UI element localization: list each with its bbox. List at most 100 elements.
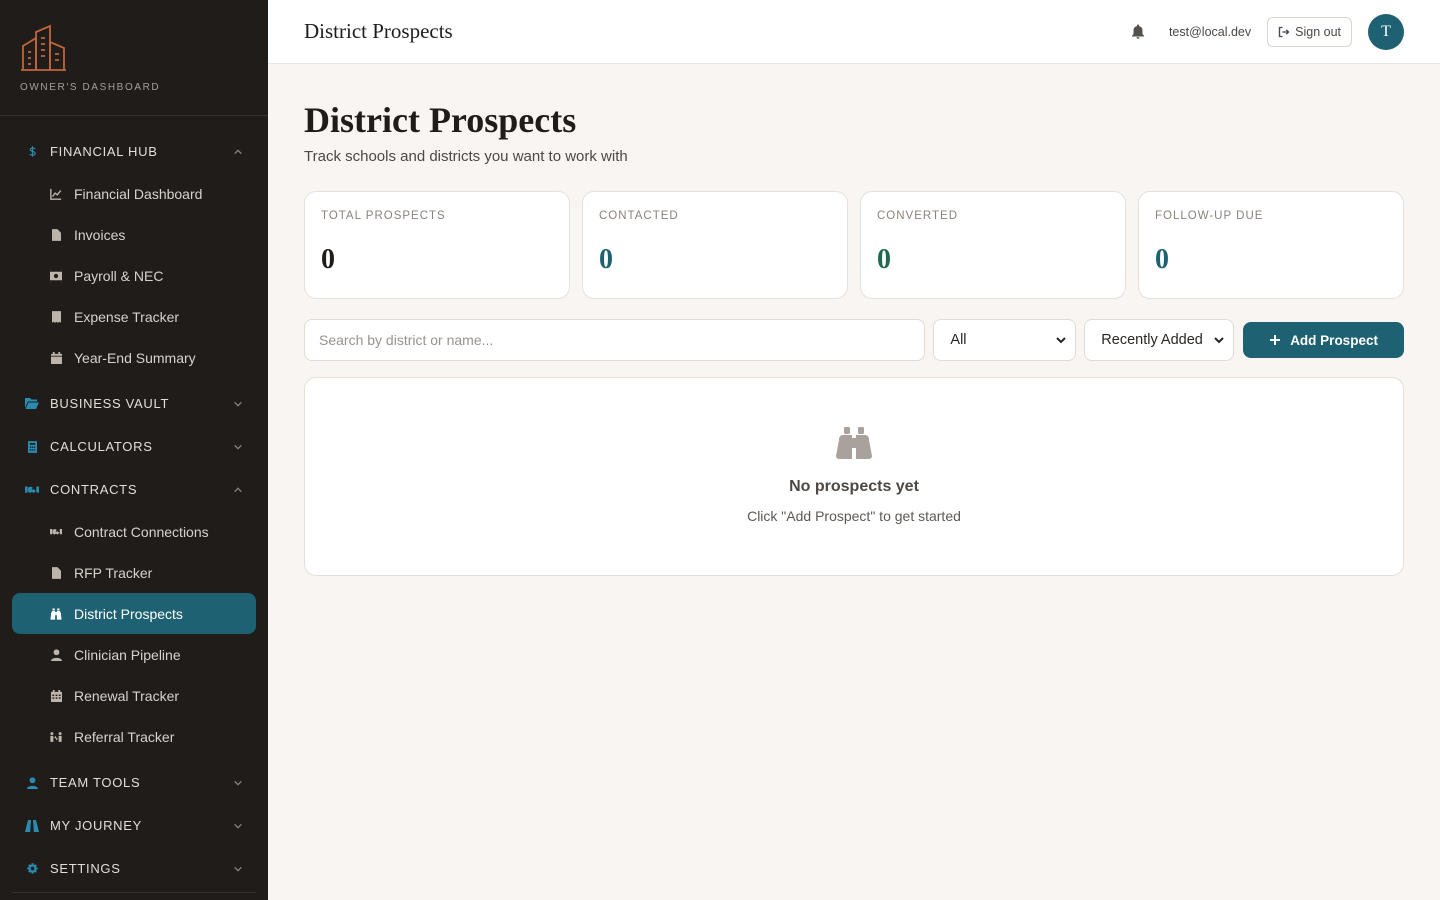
user-tie-icon [25, 776, 39, 790]
sort-select[interactable]: Recently Added [1084, 319, 1235, 361]
sidebar-item-label: Payroll & NEC [74, 267, 164, 284]
stat-card-follow-up-due: FOLLOW-UP DUE 0 [1138, 191, 1404, 299]
sidebar-item-rfp-tracker[interactable]: RFP Tracker [12, 552, 256, 593]
sidebar-item-label: Year-End Summary [74, 349, 196, 366]
sidebar-item-label: Invoices [74, 226, 126, 243]
chevron-down-icon[interactable] [230, 818, 246, 834]
road-icon [25, 819, 39, 833]
sidebar-item-label: Expense Tracker [74, 308, 180, 325]
stat-label: TOTAL PROSPECTS [321, 210, 446, 222]
sidebar-item-label: RFP Tracker [74, 564, 153, 581]
stat-card-total-prospects: TOTAL PROSPECTS 0 [304, 191, 570, 299]
sidebar-item-label: Financial Dashboard [74, 185, 203, 202]
stat-label: FOLLOW-UP DUE [1155, 210, 1264, 222]
stat-card-converted: CONVERTED 0 [860, 191, 1126, 299]
chevron-down-icon[interactable] [230, 861, 246, 877]
dollar-icon [25, 145, 39, 159]
search-input[interactable] [304, 319, 926, 361]
building-logo-icon [21, 24, 66, 71]
calendar-icon [50, 689, 62, 702]
bell-icon[interactable] [1129, 23, 1147, 41]
sidebar-item-expense-tracker[interactable]: Expense Tracker [12, 296, 256, 337]
brand: OWNER'S DASHBOARD [0, 0, 268, 116]
sidebar-item-district-prospects[interactable]: District Prospects [12, 593, 256, 634]
sidebar-section-label: BUSINESS VAULT [50, 396, 170, 411]
sign-out-button[interactable]: Sign out [1267, 16, 1352, 47]
chevron-up-icon[interactable] [230, 482, 246, 498]
handshake-icon [50, 526, 62, 538]
stat-value: 0 [599, 244, 613, 275]
chevron-down-icon [1056, 337, 1066, 344]
sidebar-item-label: Contract Connections [74, 523, 209, 540]
status-filter-select[interactable]: All [933, 319, 1077, 361]
chevron-down-icon [1214, 337, 1224, 344]
sidebar: OWNER'S DASHBOARD FINANCIAL HUB Financial… [0, 0, 268, 900]
sidebar-section-label: CONTRACTS [50, 482, 138, 497]
folder-open-icon [25, 397, 39, 411]
sidebar-section-label: CALCULATORS [50, 439, 153, 454]
stat-label: CONVERTED [877, 210, 958, 222]
avatar[interactable]: T [1368, 13, 1404, 50]
add-prospect-button[interactable]: Add Prospect [1243, 322, 1404, 358]
status-filter-value: All [950, 332, 967, 348]
file-icon [50, 228, 62, 241]
stat-value: 0 [1155, 244, 1169, 275]
sidebar-section-team-tools[interactable]: TEAM TOOLS [0, 761, 268, 804]
sidebar-section-contracts[interactable]: CONTRACTS [0, 468, 268, 511]
chevron-down-icon[interactable] [230, 439, 246, 455]
sidebar-item-financial-dashboard[interactable]: Financial Dashboard [12, 173, 256, 214]
chevron-up-icon[interactable] [230, 144, 246, 160]
main-content: District Prospects Track schools and dis… [304, 64, 1404, 576]
empty-state: No prospects yet Click "Add Prospect" to… [304, 377, 1404, 576]
sidebar-section-my-journey[interactable]: MY JOURNEY [0, 804, 268, 847]
chevron-down-icon[interactable] [230, 396, 246, 412]
sidebar-item-renewal-tracker[interactable]: Renewal Tracker [12, 675, 256, 716]
stat-value: 0 [877, 244, 891, 275]
sidebar-section-financial-hub[interactable]: FINANCIAL HUB [0, 130, 268, 173]
binoculars-icon [836, 427, 872, 459]
sidebar-section-label: TEAM TOOLS [50, 775, 141, 790]
sidebar-item-label: Clinician Pipeline [74, 646, 181, 663]
sign-out-icon [1278, 26, 1290, 37]
add-prospect-label: Add Prospect [1290, 332, 1378, 348]
sidebar-section-label: FINANCIAL HUB [50, 144, 158, 159]
sidebar-item-label: Referral Tracker [74, 728, 175, 745]
sidebar-item-referral-tracker[interactable]: Referral Tracker [12, 716, 256, 757]
handshake-icon [25, 483, 39, 497]
page-title: District Prospects [304, 100, 577, 140]
sidebar-item-year-end-summary[interactable]: Year-End Summary [12, 337, 256, 378]
sidebar-nav: FINANCIAL HUB Financial Dashboard Invoices… [0, 116, 268, 890]
sidebar-section-label: MY JOURNEY [50, 818, 142, 833]
receipt-icon [50, 310, 62, 323]
user-icon [50, 648, 62, 661]
sign-out-label: Sign out [1295, 24, 1341, 39]
stat-value: 0 [321, 244, 335, 275]
sidebar-item-label: Renewal Tracker [74, 687, 180, 704]
sort-value: Recently Added [1101, 332, 1203, 348]
plus-icon [1270, 335, 1281, 345]
chevron-down-icon[interactable] [230, 775, 246, 791]
stats-row: TOTAL PROSPECTS 0 CONTACTED 0 CONVERTED 0 FOLL… [304, 191, 1404, 299]
sidebar-item-label: District Prospects [74, 605, 183, 622]
stat-card-contacted: CONTACTED 0 [582, 191, 848, 299]
money-bill-icon [50, 270, 62, 282]
header-title: District Prospects [304, 19, 453, 43]
sidebar-item-clinician-pipeline[interactable]: Clinician Pipeline [12, 634, 256, 675]
top-header: District Prospects test@local.dev Sign o… [268, 0, 1440, 64]
sidebar-section-business-vault[interactable]: BUSINESS VAULT [0, 382, 268, 425]
people-arrows-icon [50, 731, 62, 743]
controls-row: All Recently Added Add Prospect [304, 319, 1404, 361]
empty-state-text: Click "Add Prospect" to get started [747, 508, 961, 524]
sidebar-item-contract-connections[interactable]: Contract Connections [12, 511, 256, 552]
sidebar-section-label: SETTINGS [50, 861, 121, 876]
file-contract-icon [50, 566, 62, 579]
sidebar-section-settings[interactable]: SETTINGS [0, 847, 268, 890]
sidebar-item-payroll-nec[interactable]: Payroll & NEC [12, 255, 256, 296]
calendar-check-icon [50, 351, 62, 364]
empty-state-title: No prospects yet [789, 478, 919, 495]
sidebar-item-invoices[interactable]: Invoices [12, 214, 256, 255]
calculator-icon [25, 440, 39, 454]
sidebar-section-calculators[interactable]: CALCULATORS [0, 425, 268, 468]
binoculars-icon [50, 607, 62, 620]
sidebar-divider [12, 892, 256, 893]
